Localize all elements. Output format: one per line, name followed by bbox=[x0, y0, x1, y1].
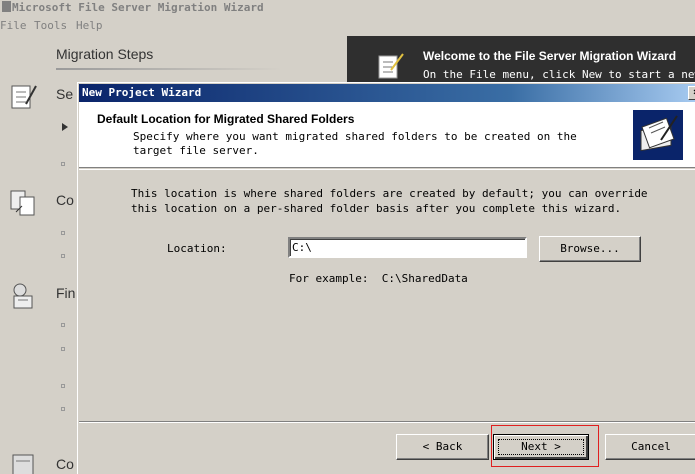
copy-files-icon bbox=[10, 190, 35, 216]
back-label: Back bbox=[435, 440, 463, 453]
back-button[interactable]: < Back bbox=[396, 434, 489, 460]
close-icon[interactable]: × bbox=[688, 86, 695, 100]
migration-documents-icon bbox=[633, 110, 683, 160]
new-project-wizard-dialog: New Project Wizard × Default Location fo… bbox=[77, 82, 695, 474]
substep-bullet bbox=[61, 384, 65, 388]
welcome-title: Welcome to the File Server Migration Wiz… bbox=[423, 49, 677, 63]
step-label-1[interactable]: Se bbox=[56, 86, 73, 102]
header-divider bbox=[79, 169, 695, 170]
footer-divider bbox=[79, 421, 695, 423]
cancel-button[interactable]: Cancel bbox=[605, 434, 695, 460]
dialog-header: Default Location for Migrated Shared Fol… bbox=[79, 102, 695, 168]
welcome-panel: Welcome to the File Server Migration Wiz… bbox=[347, 36, 695, 86]
current-step-arrow-icon bbox=[62, 123, 68, 131]
dialog-heading: Default Location for Migrated Shared Fol… bbox=[97, 112, 355, 126]
app-titlebar: Microsoft File Server Migration Wizard bbox=[0, 0, 695, 16]
dialog-title: New Project Wizard bbox=[82, 86, 202, 99]
location-label: Location: bbox=[167, 242, 227, 255]
location-example: For example: C:\SharedData bbox=[289, 272, 468, 285]
substep-bullet bbox=[61, 162, 65, 166]
app-menubar: File Tools Help bbox=[0, 16, 695, 36]
substep-bullet bbox=[61, 254, 65, 258]
dialog-titlebar[interactable]: New Project Wizard × bbox=[79, 84, 695, 102]
menu-file[interactable]: File bbox=[0, 16, 27, 36]
app-system-icon[interactable] bbox=[2, 1, 11, 12]
checklist-icon bbox=[11, 85, 37, 109]
substep-bullet bbox=[61, 231, 65, 235]
menu-help[interactable]: Help bbox=[76, 16, 103, 36]
step-label-3[interactable]: Fin bbox=[56, 285, 75, 301]
step-label-4[interactable]: Co bbox=[56, 456, 74, 472]
next-button[interactable]: Next > bbox=[493, 434, 589, 460]
browse-button[interactable]: Browse... bbox=[539, 236, 641, 262]
focus-rectangle bbox=[498, 439, 584, 455]
app-title: Microsoft File Server Migration Wizard bbox=[12, 1, 264, 14]
finalize-icon bbox=[13, 283, 33, 309]
server-icon bbox=[12, 454, 34, 474]
substep-bullet bbox=[61, 347, 65, 351]
step-label-2[interactable]: Co bbox=[56, 192, 74, 208]
welcome-text: On the File menu, click New to start a n… bbox=[423, 68, 695, 81]
back-chevron-icon: < bbox=[422, 440, 436, 453]
menu-tools[interactable]: Tools bbox=[34, 16, 67, 36]
dialog-subtext: Specify where you want migrated shared f… bbox=[133, 130, 577, 157]
wizard-checklist-icon bbox=[378, 53, 404, 79]
steps-divider bbox=[56, 68, 282, 70]
location-input[interactable] bbox=[288, 237, 527, 258]
dialog-body-text: This location is where shared folders ar… bbox=[131, 187, 648, 215]
substep-bullet bbox=[61, 407, 65, 411]
substep-bullet bbox=[61, 323, 65, 327]
migration-steps-header: Migration Steps bbox=[56, 46, 154, 62]
